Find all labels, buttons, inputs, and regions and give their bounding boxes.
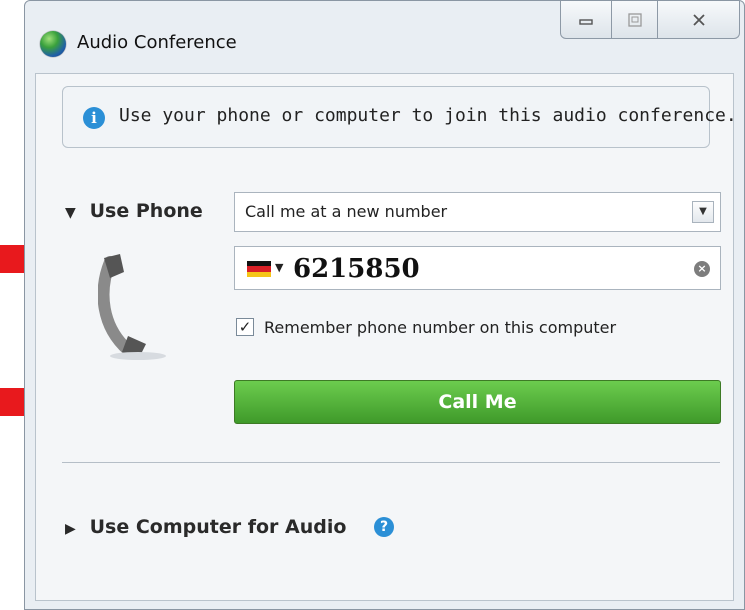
minimize-button[interactable]: [560, 1, 612, 39]
remember-number-label: Remember phone number on this computer: [264, 318, 617, 337]
expanded-triangle-icon: ▼: [65, 205, 76, 221]
use-computer-label: Use Computer for Audio: [89, 516, 347, 538]
close-button[interactable]: [658, 1, 740, 39]
maximize-button[interactable]: [612, 1, 658, 39]
minimize-icon: [579, 18, 593, 25]
info-banner: i Use your phone or computer to join thi…: [62, 86, 737, 148]
clear-icon[interactable]: ×: [694, 261, 710, 277]
call-me-button[interactable]: Call Me: [234, 380, 721, 424]
title-bar[interactable]: Audio Conference: [25, 1, 744, 73]
audio-conference-window: Audio Conference i Use your phone or com…: [24, 0, 745, 610]
window-controls: [560, 1, 740, 41]
close-icon: [692, 13, 705, 26]
germany-flag-icon[interactable]: [247, 261, 271, 278]
section-divider: [62, 462, 720, 463]
country-dropdown-icon[interactable]: ▼: [275, 261, 283, 274]
use-computer-toggle[interactable]: ▶ Use Computer for Audio: [65, 516, 346, 538]
info-text: Use your phone or computer to join this …: [119, 105, 737, 126]
dialog-content: i Use your phone or computer to join thi…: [35, 73, 737, 601]
maximize-icon: [627, 12, 642, 27]
window-title: Audio Conference: [77, 32, 237, 53]
chevron-down-icon[interactable]: ▼: [692, 201, 714, 223]
remember-number-checkbox[interactable]: ✓: [236, 318, 254, 336]
use-phone-toggle[interactable]: ▼ Use Phone: [65, 200, 203, 222]
app-globe-icon: [40, 31, 66, 57]
info-icon: i: [83, 107, 105, 129]
phone-number-field[interactable]: ▼ 6215850 ×: [234, 246, 721, 290]
help-icon[interactable]: ?: [374, 517, 394, 537]
use-phone-label: Use Phone: [89, 200, 203, 222]
call-option-value: Call me at a new number: [245, 202, 448, 221]
call-option-select[interactable]: Call me at a new number ▼: [234, 192, 721, 232]
phone-number-value[interactable]: 6215850: [293, 254, 420, 284]
collapsed-triangle-icon: ▶: [65, 521, 76, 537]
phone-handset-icon: [98, 254, 166, 360]
